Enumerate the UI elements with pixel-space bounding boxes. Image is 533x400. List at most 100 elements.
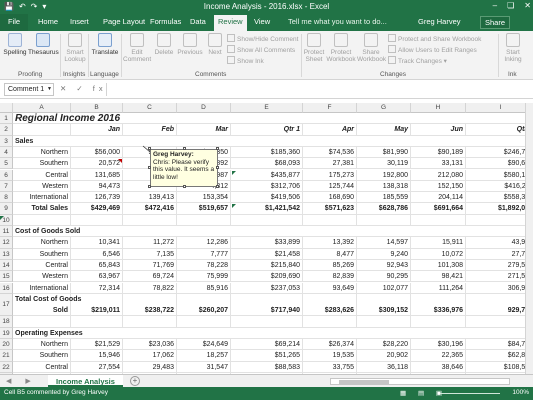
section-label[interactable]: Sales (13, 136, 71, 147)
data-cell[interactable]: $108,518 (466, 362, 533, 373)
comment-resize-handle[interactable] (216, 147, 219, 150)
column-title[interactable]: Jan (71, 124, 123, 136)
row-header[interactable]: 13 (0, 248, 13, 260)
empty-cell[interactable] (177, 136, 231, 147)
user-name[interactable]: Greg Harvey (418, 17, 461, 26)
data-cell[interactable]: 78,822 (123, 282, 177, 294)
row-header[interactable]: 16 (0, 282, 13, 294)
data-cell[interactable]: $84,790 (466, 339, 533, 351)
next-comment-button[interactable]: Next (204, 33, 226, 56)
zoom-level[interactable]: 100% (512, 389, 529, 396)
data-cell[interactable]: 8,477 (303, 248, 357, 260)
total-label[interactable]: Total Sales (13, 203, 71, 215)
total-label[interactable]: Total Cost of Goods Sold (13, 293, 81, 317)
comment-resize-handle[interactable] (183, 185, 186, 188)
sheet-nav-arrows[interactable]: ◀ ▶ (6, 377, 37, 385)
track-changes-button[interactable]: Track Changes ▾ (388, 56, 447, 65)
tab-page-layout[interactable]: Page Layout (103, 17, 145, 26)
data-cell[interactable] (123, 214, 177, 226)
start-inking-button[interactable]: Start Inking (500, 33, 526, 63)
data-cell[interactable]: $90,632 (466, 158, 533, 170)
data-cell[interactable]: 185,559 (357, 192, 411, 204)
empty-cell[interactable] (466, 113, 533, 125)
data-cell[interactable]: $88,583 (231, 361, 303, 373)
column-header[interactable]: B (71, 103, 123, 113)
row-header[interactable]: 8 (0, 192, 13, 204)
empty-cell[interactable] (71, 226, 123, 238)
share-workbook-button[interactable]: Share Workbook (357, 33, 386, 63)
data-cell[interactable]: $33,899 (231, 237, 303, 249)
empty-cell[interactable] (357, 136, 411, 147)
data-cell[interactable]: 33,131 (411, 158, 466, 170)
data-cell[interactable]: 125,744 (303, 180, 357, 193)
data-cell[interactable]: 126,739 (71, 192, 123, 204)
formula-icons[interactable]: ✕ ✓ fx (60, 84, 107, 93)
data-cell[interactable]: 102,077 (357, 282, 411, 294)
row-header[interactable]: 1 (0, 113, 13, 125)
data-cell[interactable]: $580,153 (466, 170, 533, 181)
empty-cell[interactable] (177, 328, 231, 339)
empty-cell[interactable] (411, 226, 466, 238)
data-cell[interactable]: 139,413 (123, 192, 177, 204)
data-cell[interactable]: 111,264 (411, 282, 466, 294)
data-cell[interactable]: $21,458 (231, 248, 303, 260)
data-cell[interactable]: 65,843 (71, 259, 123, 272)
data-cell[interactable] (71, 316, 123, 328)
row-header[interactable]: 19 (0, 327, 13, 339)
empty-cell[interactable] (466, 136, 533, 147)
empty-cell[interactable] (71, 328, 123, 339)
horizontal-scrollbar[interactable] (330, 378, 510, 385)
data-cell[interactable]: 63,967 (71, 271, 123, 283)
data-cell[interactable]: 85,916 (177, 282, 231, 294)
empty-cell[interactable] (71, 136, 123, 147)
section-label[interactable]: Operating Expenses (13, 328, 83, 339)
data-cell[interactable]: $30,196 (411, 339, 466, 351)
zoom-slider[interactable] (440, 393, 500, 394)
row-header[interactable]: 21 (0, 350, 13, 362)
row-label[interactable]: Western (13, 271, 71, 283)
data-cell[interactable]: 7,777 (177, 248, 231, 260)
data-cell[interactable]: $237,053 (231, 282, 303, 294)
data-cell[interactable]: 69,724 (123, 271, 177, 283)
name-box-dropdown-icon[interactable]: ▼ (47, 86, 52, 92)
delete-comment-button[interactable]: Delete (151, 33, 177, 56)
data-cell[interactable] (357, 316, 411, 328)
tell-me-search[interactable]: Tell me what you want to do... (288, 17, 387, 26)
data-cell[interactable]: $416,211 (466, 181, 533, 193)
data-cell[interactable]: 138,318 (357, 180, 411, 193)
data-cell[interactable] (177, 214, 231, 226)
data-cell[interactable]: 153,354 (177, 192, 231, 204)
data-cell[interactable] (231, 316, 303, 328)
data-cell[interactable] (466, 215, 533, 226)
row-header[interactable]: 6 (0, 169, 13, 181)
data-cell[interactable]: $283,626 (303, 293, 357, 317)
restore-button[interactable]: ❏ (507, 1, 514, 10)
data-cell[interactable]: 212,080 (411, 169, 466, 181)
data-cell[interactable]: $435,877 (231, 169, 303, 181)
data-cell[interactable]: 19,535 (303, 350, 357, 362)
data-cell[interactable]: $51,265 (231, 350, 303, 362)
comment-resize-handle[interactable] (183, 147, 186, 150)
data-cell[interactable] (411, 316, 466, 328)
empty-cell[interactable] (177, 113, 231, 125)
row-header[interactable]: 4 (0, 146, 13, 159)
column-title[interactable]: Qtr 2 (466, 124, 533, 136)
tab-file[interactable]: File (0, 14, 28, 31)
scroll-thumb[interactable] (339, 380, 389, 384)
data-cell[interactable] (123, 316, 177, 328)
data-cell[interactable]: 204,114 (411, 192, 466, 204)
data-cell[interactable]: $1,421,542 (231, 203, 303, 215)
column-header[interactable]: G (357, 103, 411, 113)
data-cell[interactable]: 101,308 (411, 259, 466, 272)
allow-users-edit-ranges-button[interactable]: Allow Users to Edit Ranges (388, 45, 477, 54)
data-cell[interactable] (357, 214, 411, 226)
data-cell[interactable]: $24,649 (177, 339, 231, 351)
data-cell[interactable]: 7,135 (123, 248, 177, 260)
vertical-scrollbar[interactable] (525, 103, 533, 374)
comment-resize-handle[interactable] (148, 147, 151, 150)
data-cell[interactable]: 10,341 (71, 237, 123, 249)
data-cell[interactable]: 11,272 (123, 237, 177, 249)
data-cell[interactable]: 36,118 (357, 361, 411, 373)
data-cell[interactable]: 71,769 (123, 259, 177, 272)
empty-cell[interactable] (231, 136, 303, 147)
